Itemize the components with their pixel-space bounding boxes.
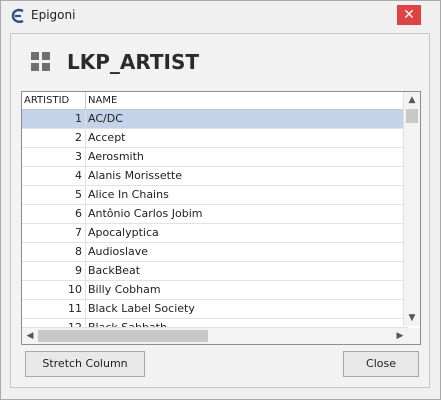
cell-artistid: 3 [75,150,82,163]
cell-name: Alanis Morissette [88,169,182,182]
window-title: Epigoni [31,8,76,22]
cell-artistid: 7 [75,226,82,239]
table-row[interactable]: 6 Antônio Carlos Jobim [22,205,408,224]
cell-name: Black Label Society [88,302,195,315]
cell-artistid: 5 [75,188,82,201]
cell-name: Billy Cobham [88,283,161,296]
content-panel: LKP_ARTIST ARTISTID NAME 1 AC/DC 2 Accept … [10,33,430,388]
column-header-name[interactable]: NAME [88,92,398,109]
horizontal-scrollbar[interactable]: ◀ ▶ [22,327,408,344]
column-header-artistid[interactable]: ARTISTID [24,92,84,109]
column-divider[interactable] [85,92,86,109]
table-row[interactable]: 5 Alice In Chains [22,186,408,205]
cell-artistid: 1 [75,112,82,125]
cell-name: Audioslave [88,245,149,258]
cell-name: Accept [88,131,126,144]
horizontal-scroll-thumb[interactable] [38,330,208,342]
table-row[interactable]: 11 Black Label Society [22,300,408,319]
scroll-down-icon[interactable]: ▼ [404,310,420,326]
scroll-left-icon[interactable]: ◀ [22,328,38,344]
grid-header: ARTISTID NAME [22,92,408,110]
cell-name: BackBeat [88,264,141,277]
cell-name: Antônio Carlos Jobim [88,207,203,220]
cell-artistid: 8 [75,245,82,258]
epigoni-logo-icon [11,8,24,23]
vertical-scroll-thumb[interactable] [406,109,418,123]
scrollbar-corner [404,328,420,344]
cell-artistid: 10 [68,283,82,296]
grid-rows: 1 AC/DC 2 Accept 3 Aerosmith 4 Alanis Moriss… [22,110,408,338]
cell-name: Aerosmith [88,150,144,163]
cell-artistid: 11 [68,302,82,315]
stretch-column-button[interactable]: Stretch Column [25,351,145,377]
close-button[interactable]: Close [343,351,419,377]
table-row[interactable]: 10 Billy Cobham [22,281,408,300]
table-row[interactable]: 4 Alanis Morissette [22,167,408,186]
cell-name: AC/DC [88,112,123,125]
vertical-scrollbar[interactable]: ▲ ▼ [403,92,420,326]
scroll-up-icon[interactable]: ▲ [404,92,420,108]
table-row[interactable]: 8 Audioslave [22,243,408,262]
page-title: LKP_ARTIST [67,50,200,74]
window: Epigoni ✕ LKP_ARTIST ARTISTID NAME 1 AC/D… [0,0,441,400]
grid-icon [31,52,50,71]
cell-artistid: 2 [75,131,82,144]
table-row[interactable]: 9 BackBeat [22,262,408,281]
table-row[interactable]: 3 Aerosmith [22,148,408,167]
close-icon[interactable]: ✕ [397,5,421,25]
table-row[interactable]: 7 Apocalyptica [22,224,408,243]
title-bar: Epigoni ✕ [1,1,440,30]
cell-artistid: 6 [75,207,82,220]
table-row[interactable]: 2 Accept [22,129,408,148]
data-grid[interactable]: ARTISTID NAME 1 AC/DC 2 Accept 3 Aerosmith … [21,91,421,345]
cell-name: Apocalyptica [88,226,159,239]
cell-artistid: 9 [75,264,82,277]
cell-artistid: 4 [75,169,82,182]
table-row[interactable]: 1 AC/DC [22,110,408,129]
cell-name: Alice In Chains [88,188,169,201]
